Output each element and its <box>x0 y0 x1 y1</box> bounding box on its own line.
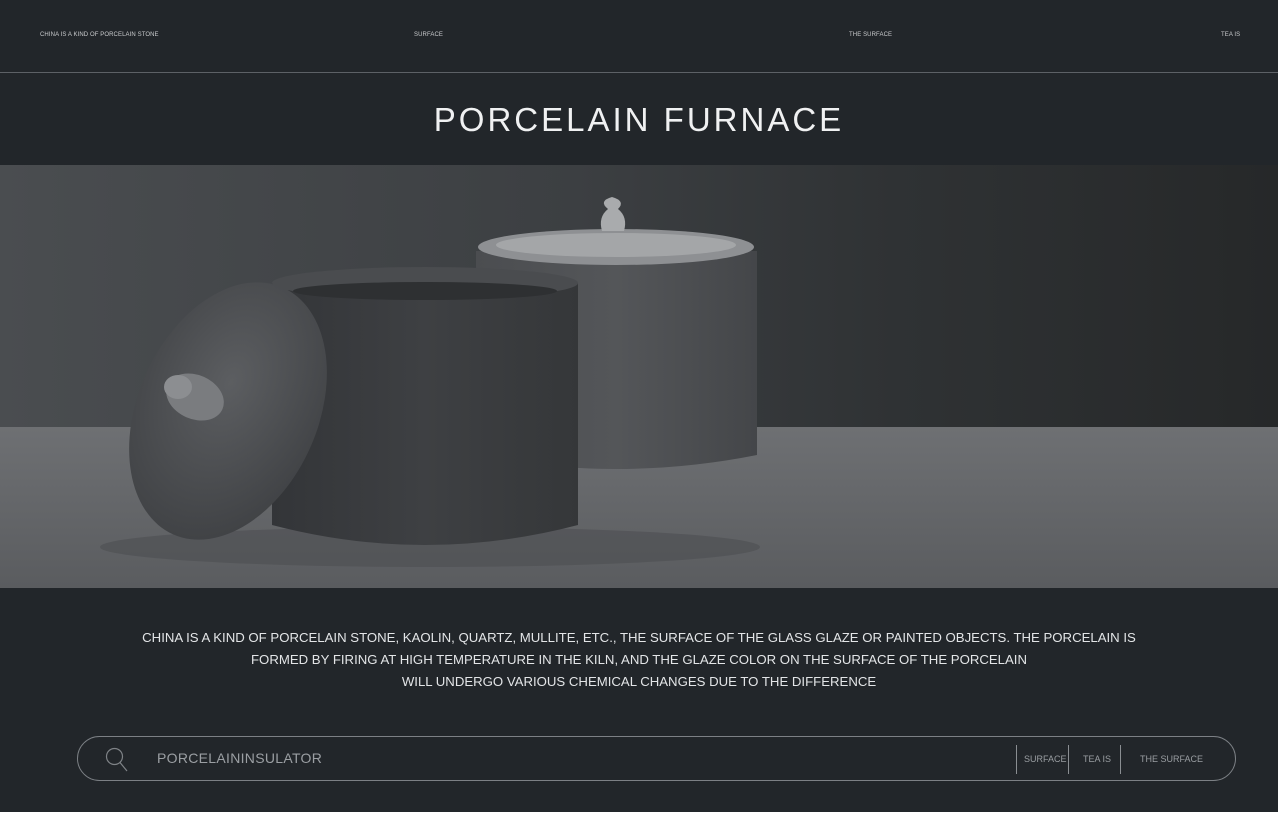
search-link-surface[interactable]: SURFACE <box>1024 754 1067 764</box>
divider <box>1016 745 1017 774</box>
description: CHINA IS A KIND OF PORCELAIN STONE, KAOL… <box>0 627 1278 693</box>
search-link-the-surface[interactable]: THE SURFACE <box>1140 754 1203 764</box>
description-line: CHINA IS A KIND OF PORCELAIN STONE, KAOL… <box>142 630 1136 645</box>
description-line: FORMED BY FIRING AT HIGH TEMPERATURE IN … <box>251 652 1027 667</box>
top-nav: CHINA IS A KIND OF PORCELAIN STONE SURFA… <box>0 0 1278 73</box>
nav-link-tea-is[interactable]: TEA IS <box>1221 32 1240 38</box>
hero-image <box>0 165 1278 588</box>
nav-link-surface[interactable]: SURFACE <box>414 32 443 38</box>
search-link-tea-is[interactable]: TEA IS <box>1083 754 1111 764</box>
page-title: PORCELAIN FURNACE <box>433 101 845 138</box>
divider <box>1068 745 1069 774</box>
divider <box>1120 745 1121 774</box>
nav-link-the-surface[interactable]: THE SURFACE <box>849 32 892 38</box>
search-input[interactable]: PORCELAININSULATOR <box>157 750 322 766</box>
jars-illustration <box>0 165 1278 588</box>
search-bar[interactable]: PORCELAININSULATOR SURFACE TEA IS THE SU… <box>77 736 1236 781</box>
nav-brand[interactable]: CHINA IS A KIND OF PORCELAIN STONE <box>40 32 159 38</box>
description-line: WILL UNDERGO VARIOUS CHEMICAL CHANGES DU… <box>401 674 877 689</box>
page: CHINA IS A KIND OF PORCELAIN STONE SURFA… <box>0 0 1278 812</box>
search-icon[interactable] <box>105 747 129 778</box>
